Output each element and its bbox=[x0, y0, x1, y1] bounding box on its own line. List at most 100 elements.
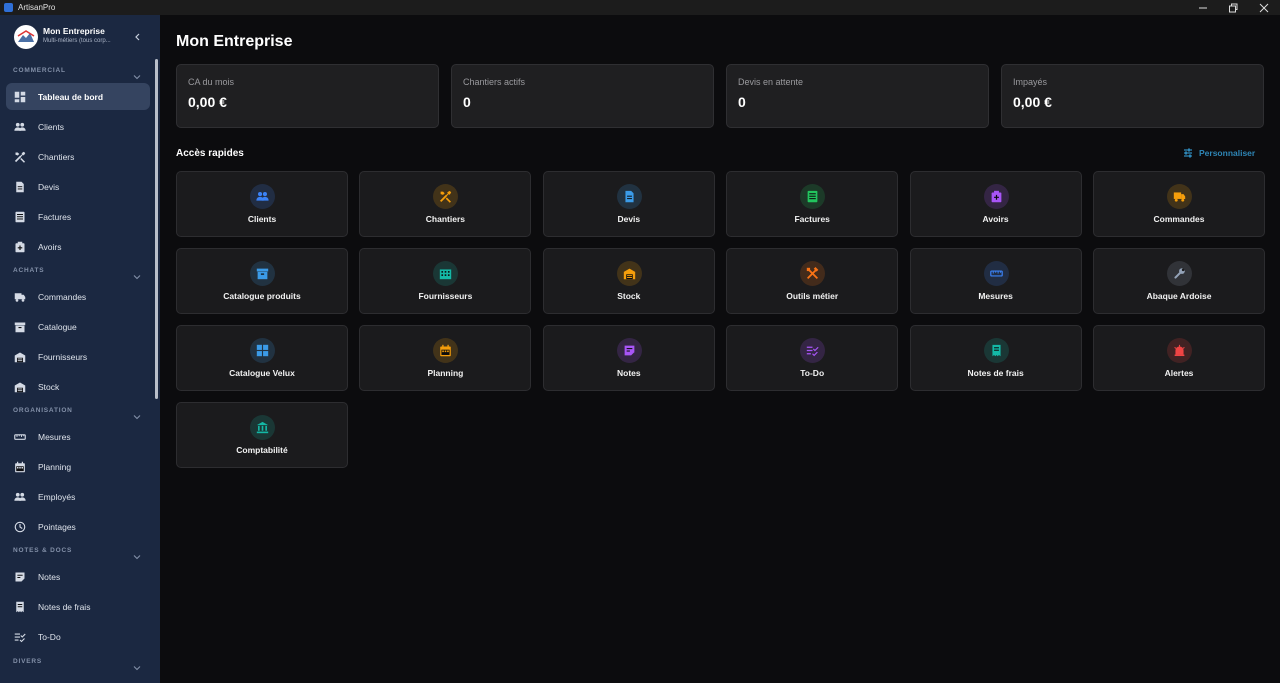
quick-tile-comptabilite[interactable]: Comptabilité bbox=[176, 402, 348, 468]
kpi-card-pending-quotes: Devis en attente 0 bbox=[726, 64, 989, 128]
kpi-value: 0 bbox=[738, 94, 746, 110]
sidebar-item-label: Factures bbox=[38, 211, 72, 222]
sidebar-item-tableau-de-bord[interactable]: Tableau de bord bbox=[6, 83, 150, 110]
kpi-value: 0 bbox=[463, 94, 471, 110]
quick-tile-catalogue-produits[interactable]: Catalogue produits bbox=[176, 248, 348, 314]
sidebar-item-stock[interactable]: Stock bbox=[6, 373, 150, 400]
customize-button[interactable]: Personnaliser bbox=[1183, 148, 1255, 158]
quick-tile-fournisseurs[interactable]: Fournisseurs bbox=[359, 248, 532, 314]
restore-icon[interactable] bbox=[1218, 0, 1248, 15]
chevron-down-icon[interactable] bbox=[133, 68, 141, 80]
sidebar-item-label: Catalogue bbox=[38, 321, 77, 332]
kpi-label: CA du mois bbox=[188, 77, 235, 87]
sidebar-item-devis[interactable]: Devis bbox=[6, 173, 150, 200]
section-label-achats[interactable]: ACHATS bbox=[13, 267, 44, 274]
sidebar-scrollbar[interactable] bbox=[155, 59, 158, 399]
quick-tile-clients[interactable]: Clients bbox=[176, 171, 348, 237]
note-icon bbox=[616, 338, 642, 363]
invoice-icon bbox=[800, 184, 826, 209]
quick-tile-alertes[interactable]: Alertes bbox=[1093, 325, 1265, 391]
kpi-value: 0,00 € bbox=[1013, 94, 1052, 110]
chevron-down-icon[interactable] bbox=[133, 548, 141, 560]
collapse-sidebar-icon[interactable] bbox=[133, 30, 143, 42]
sidebar-item-label: Avoirs bbox=[38, 241, 62, 252]
company-header[interactable]: Mon Entreprise Multi-métiers (tous corp.… bbox=[0, 15, 160, 59]
tile-label: Stock bbox=[617, 291, 641, 301]
warehouse-icon bbox=[13, 350, 27, 364]
sidebar-item-notes[interactable]: Notes bbox=[6, 563, 150, 590]
quick-tile-abaque-ardoise[interactable]: Abaque Ardoise bbox=[1093, 248, 1265, 314]
sidebar-item-employes[interactable]: Employés bbox=[6, 483, 150, 510]
tile-label: Mesures bbox=[978, 291, 1013, 301]
quick-tile-avoirs[interactable]: Avoirs bbox=[909, 171, 1082, 237]
sidebar-item-label: Notes bbox=[38, 571, 61, 582]
archive-icon bbox=[13, 320, 27, 334]
sidebar-item-to-do[interactable]: To-Do bbox=[6, 623, 150, 650]
sidebar-item-chantiers[interactable]: Chantiers bbox=[6, 143, 150, 170]
section-label-commercial[interactable]: COMMERCIAL bbox=[13, 67, 66, 74]
sidebar-item-planning[interactable]: Planning bbox=[6, 453, 150, 480]
quick-tile-factures[interactable]: Factures bbox=[726, 171, 899, 237]
alarm-icon bbox=[1167, 338, 1192, 363]
tile-label: Devis bbox=[617, 214, 641, 224]
quick-tile-outils-metier[interactable]: Outils métier bbox=[726, 248, 899, 314]
sidebar-item-label: Commandes bbox=[38, 291, 87, 302]
quick-tile-mesures[interactable]: Mesures bbox=[909, 248, 1082, 314]
tile-label: Notes bbox=[616, 368, 641, 378]
tile-label: Outils métier bbox=[786, 291, 839, 301]
section-label-organisation[interactable]: ORGANISATION bbox=[13, 407, 73, 414]
sidebar-item-catalogue[interactable]: Catalogue bbox=[6, 313, 150, 340]
sidebar-item-label: Clients bbox=[38, 121, 64, 132]
quick-tile-chantiers[interactable]: Chantiers bbox=[359, 171, 532, 237]
tile-label: Avoirs bbox=[982, 214, 1009, 224]
window-icon bbox=[250, 338, 275, 363]
app-icon bbox=[4, 3, 13, 12]
quick-tile-devis[interactable]: Devis bbox=[542, 171, 715, 237]
quick-tile-planning[interactable]: Planning bbox=[359, 325, 532, 391]
sidebar-item-label: Stock bbox=[38, 381, 60, 392]
sidebar-item-pointages[interactable]: Pointages bbox=[6, 513, 150, 540]
credit-note-icon bbox=[983, 184, 1009, 209]
sidebar-item-avoirs[interactable]: Avoirs bbox=[6, 233, 150, 260]
quick-tile-stock[interactable]: Stock bbox=[542, 248, 715, 314]
sidebar-item-commandes[interactable]: Commandes bbox=[6, 283, 150, 310]
sidebar-item-label: Employés bbox=[38, 491, 76, 502]
tile-label: Abaque Ardoise bbox=[1146, 291, 1212, 301]
sidebar-item-fournisseurs[interactable]: Fournisseurs bbox=[6, 343, 150, 370]
sidebar-item-label: Notes de frais bbox=[38, 601, 91, 612]
receipt-icon bbox=[983, 338, 1009, 363]
tile-label: Comptabilité bbox=[236, 445, 288, 455]
sidebar-item-mesures[interactable]: Mesures bbox=[6, 423, 150, 450]
quick-tile-catalogue-velux[interactable]: Catalogue Velux bbox=[176, 325, 348, 391]
tile-label: Notes de frais bbox=[967, 368, 1024, 378]
people-icon bbox=[13, 120, 27, 134]
sidebar-item-notes-de-frais[interactable]: Notes de frais bbox=[6, 593, 150, 620]
chevron-down-icon[interactable] bbox=[133, 408, 141, 420]
sidebar-item-label: To-Do bbox=[38, 631, 61, 642]
people-icon bbox=[250, 184, 275, 209]
quick-tile-notes[interactable]: Notes bbox=[542, 325, 715, 391]
section-label-divers[interactable]: DIVERS bbox=[13, 658, 42, 665]
wrench-icon bbox=[1167, 261, 1192, 286]
credit-note-icon bbox=[13, 240, 27, 254]
checklist-icon bbox=[13, 630, 27, 644]
kpi-card-unpaid: Impayés 0,00 € bbox=[1001, 64, 1264, 128]
company-subtitle: Multi-métiers (tous corp... bbox=[43, 38, 111, 44]
tile-label: Catalogue produits bbox=[223, 291, 301, 301]
minimize-icon[interactable] bbox=[1188, 0, 1218, 15]
sidebar-item-clients[interactable]: Clients bbox=[6, 113, 150, 140]
quick-tile-commandes[interactable]: Commandes bbox=[1093, 171, 1265, 237]
warehouse-icon bbox=[13, 380, 27, 394]
chevron-down-icon[interactable] bbox=[133, 659, 141, 671]
kpi-label: Impayés bbox=[1013, 77, 1048, 87]
bank-icon bbox=[250, 415, 275, 440]
quick-tile-notes-de-frais[interactable]: Notes de frais bbox=[909, 325, 1082, 391]
sidebar-item-factures[interactable]: Factures bbox=[6, 203, 150, 230]
chevron-down-icon[interactable] bbox=[133, 268, 141, 280]
section-label-notes-docs[interactable]: NOTES & DOCS bbox=[13, 547, 72, 554]
archive-icon bbox=[250, 261, 275, 286]
close-icon[interactable] bbox=[1249, 0, 1279, 15]
warehouse-icon bbox=[616, 261, 642, 286]
tile-label: Clients bbox=[247, 214, 277, 224]
quick-tile-to-do[interactable]: To-Do bbox=[726, 325, 899, 391]
